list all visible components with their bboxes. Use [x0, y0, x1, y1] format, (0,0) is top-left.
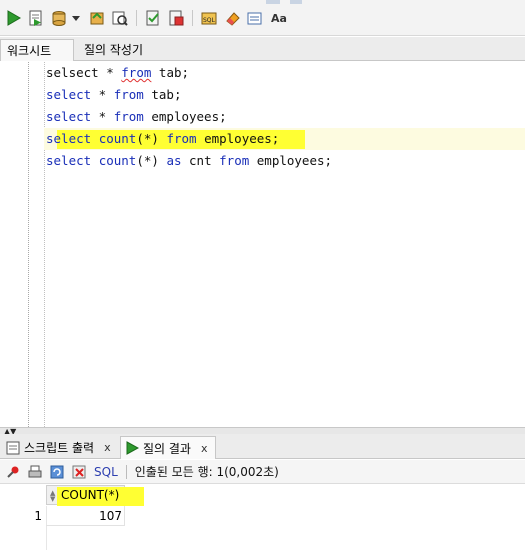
tab-script-output[interactable]: 스크립트 출력 x [2, 436, 118, 459]
code-keyword: select [46, 153, 92, 168]
cancel-fetch-button[interactable] [70, 463, 88, 481]
close-icon[interactable]: x [104, 441, 111, 454]
code-line[interactable]: select count(*) as cnt from employees; [46, 150, 332, 172]
code-token: tab; [151, 65, 190, 80]
tab-strip-fragment [266, 0, 280, 4]
code-keyword: from [121, 65, 152, 80]
code-keyword: select [46, 109, 92, 124]
worksheet-history-button[interactable] [246, 9, 264, 27]
toolbar-separator [125, 464, 127, 479]
code-line[interactable]: select * from employees; [46, 106, 227, 128]
autotrace-button[interactable] [111, 9, 129, 27]
text-case-icon: Aa [271, 11, 287, 25]
toolbar-separator [192, 10, 193, 26]
table-cell[interactable]: 107 [46, 506, 125, 526]
sql-button[interactable]: SQL [94, 465, 118, 479]
script-output-icon [6, 441, 20, 454]
run-statement-button[interactable] [4, 9, 22, 27]
chevron-down-icon [72, 16, 80, 21]
code-token: * [91, 109, 114, 124]
autotrace-icon [112, 11, 128, 26]
pin-icon [7, 466, 19, 478]
cancel-icon [72, 465, 86, 478]
column-header[interactable]: ▲ ▼ COUNT(*) [46, 485, 144, 506]
code-keyword: count [98, 153, 137, 168]
refresh-button[interactable] [48, 463, 66, 481]
sql-tuning-icon [169, 10, 184, 26]
tab-worksheet-label: 워크시트 [7, 44, 52, 58]
code-keyword: select [46, 87, 92, 102]
code-token: (*) [136, 131, 167, 146]
code-token: (*) [136, 153, 167, 168]
print-icon [28, 465, 42, 477]
code-token: cnt [181, 153, 220, 168]
text-case-button[interactable]: Aa [270, 9, 288, 27]
editor-margin-line [44, 62, 45, 427]
eraser-icon [226, 12, 240, 26]
rollback-button[interactable] [88, 9, 106, 27]
run-icon [126, 441, 139, 455]
code-keyword: count [98, 131, 137, 146]
tab-query-builder-label: 질의 작성기 [84, 43, 144, 57]
code-keyword: select [46, 131, 92, 146]
tab-query-result-label: 질의 결과 [143, 441, 191, 456]
explain-plan-icon [146, 10, 159, 26]
code-token: employees; [196, 131, 280, 146]
code-keyword: as [166, 153, 182, 168]
editor-gutter [28, 62, 29, 427]
rollback-icon [90, 12, 104, 25]
sql-editor[interactable]: selsect * from tab; select * from tab; sel… [0, 62, 525, 427]
svg-text:SQL: SQL [203, 17, 216, 24]
commit-dropdown-button[interactable] [70, 9, 82, 27]
tab-query-result[interactable]: 질의 결과 x [120, 436, 216, 459]
tab-query-builder[interactable]: 질의 작성기 [78, 39, 149, 61]
print-button[interactable] [26, 463, 44, 481]
refresh-icon [50, 465, 64, 478]
close-icon[interactable]: x [201, 442, 208, 455]
results-toolbar: SQL 인출된 모든 행: 1(0,002초) [0, 460, 525, 484]
commit-button[interactable] [50, 9, 68, 27]
tab-strip-fragment [290, 0, 302, 4]
code-token: tab; [143, 87, 182, 102]
commit-icon [52, 11, 66, 26]
code-token: employees; [143, 109, 227, 124]
code-keyword: from [219, 153, 250, 168]
run-script-icon [29, 10, 42, 26]
code-keyword: from [166, 131, 197, 146]
run-statement-icon [7, 10, 21, 26]
history-icon [247, 12, 262, 25]
toolbar-separator [136, 10, 137, 26]
tab-script-output-label: 스크립트 출력 [24, 441, 95, 455]
editor-tab-bar: 워크시트 질의 작성기 [0, 37, 525, 61]
code-keyword: from [113, 109, 144, 124]
result-grid[interactable]: ▲ ▼ COUNT(*) 1 107 [0, 485, 525, 550]
split-divider[interactable]: ▲▼ [0, 427, 525, 436]
column-header-label: COUNT(*) [61, 488, 120, 502]
output-tab-bar: 스크립트 출력 x 질의 결과 x [0, 434, 525, 459]
unshared-sql-icon: SQL [201, 12, 217, 25]
main-toolbar: SQL Aa [0, 0, 525, 36]
code-line[interactable]: selsect * from tab; [46, 62, 189, 84]
fetch-status: 인출된 모든 행: 1(0,002초) [134, 465, 279, 479]
row-number[interactable]: 1 [0, 506, 46, 526]
explain-plan-button[interactable] [144, 9, 162, 27]
pin-button[interactable] [4, 463, 22, 481]
run-script-button[interactable] [27, 9, 45, 27]
code-token: * [106, 65, 122, 80]
clear-button[interactable] [223, 9, 241, 27]
sql-tuning-button[interactable] [167, 9, 185, 27]
tab-worksheet[interactable]: 워크시트 [0, 39, 74, 61]
code-token: selsect [46, 65, 107, 80]
code-token: * [91, 87, 114, 102]
code-line[interactable]: select * from tab; [46, 84, 181, 106]
code-keyword: from [113, 87, 144, 102]
unshared-sql-button[interactable]: SQL [200, 9, 218, 27]
code-line[interactable]: select count(*) from employees; [46, 128, 279, 150]
code-token: employees; [249, 153, 333, 168]
sort-icon[interactable]: ▲ ▼ [50, 490, 56, 503]
